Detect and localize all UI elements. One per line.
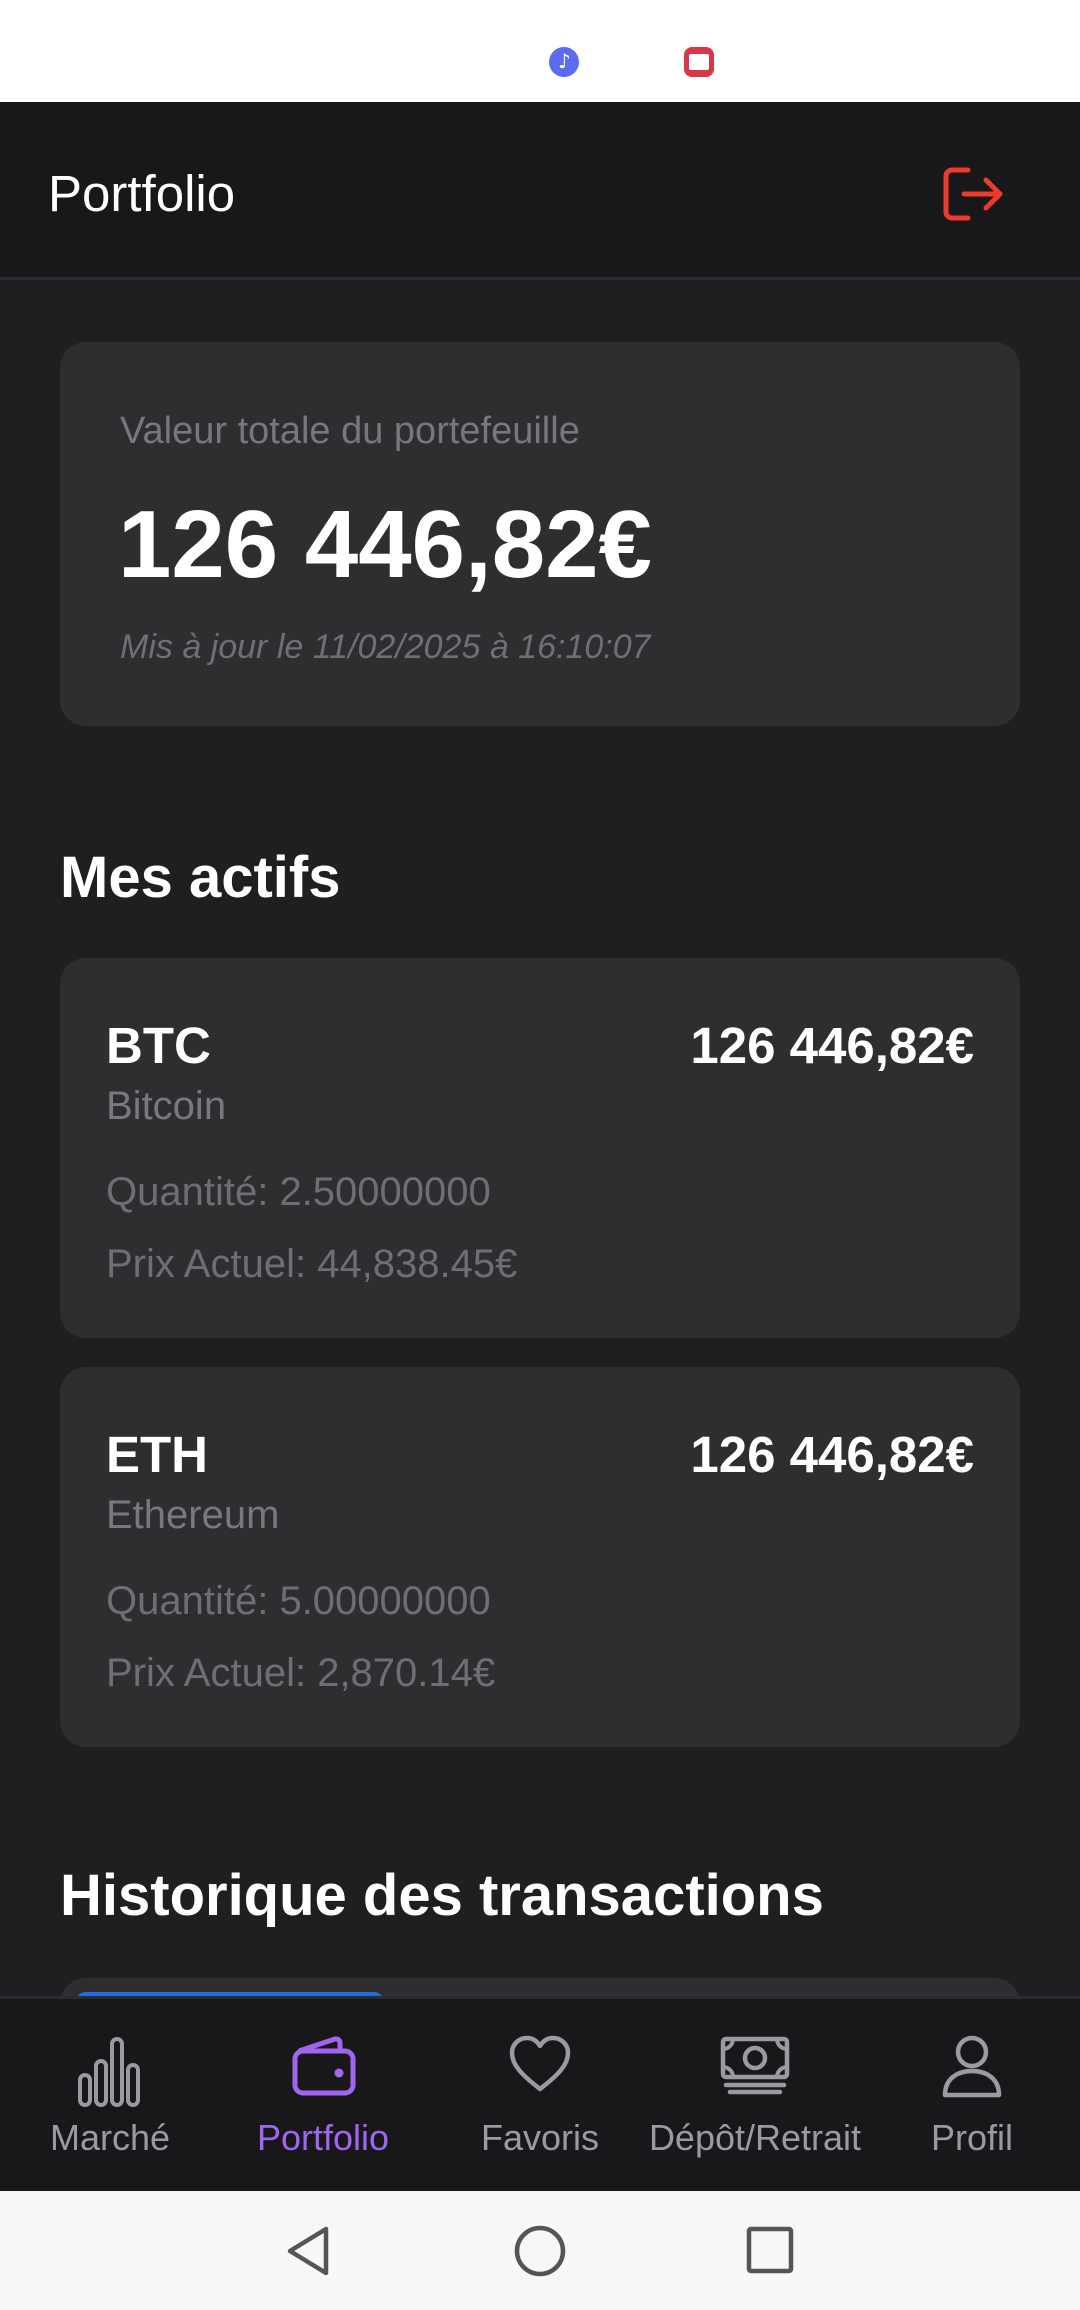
history-section-title: Historique des transactions	[60, 1863, 824, 1928]
asset-value: 126 446,82€	[690, 1017, 974, 1074]
bottom-navigation: Marché Portfolio Favoris Dépôt/Retrait P…	[0, 1996, 1080, 2191]
logout-icon[interactable]	[940, 164, 1006, 224]
home-icon[interactable]	[512, 2223, 568, 2279]
back-icon[interactable]	[282, 2223, 334, 2279]
wallet-icon	[292, 2036, 356, 2096]
nav-tab-deposit-withdraw[interactable]: Dépôt/Retrait	[640, 1999, 870, 2194]
asset-price: Prix Actuel: 44,838.45€	[106, 1242, 518, 1286]
asset-card-btc[interactable]: BTC 126 446,82€ Bitcoin Quantité: 2.5000…	[60, 958, 1020, 1338]
nav-tab-profile[interactable]: Profil	[882, 1999, 1062, 2194]
bar-chart-icon	[78, 2037, 140, 2107]
recents-icon[interactable]	[744, 2223, 796, 2279]
nav-label: Portfolio	[256, 2117, 390, 2158]
asset-name: Bitcoin	[106, 1084, 227, 1128]
asset-symbol: ETH	[106, 1426, 208, 1483]
nav-label: Profil	[930, 2117, 1014, 2158]
nav-tab-market[interactable]: Marché	[20, 1999, 200, 2194]
asset-quantity: Quantité: 5.00000000	[106, 1579, 491, 1623]
nav-label: Favoris	[480, 2117, 600, 2158]
last-updated-text: Mis à jour le 11/02/2025 à 16:10:07	[120, 628, 651, 666]
asset-quantity: Quantité: 2.50000000	[106, 1170, 491, 1214]
page-title: Portfolio	[48, 165, 236, 222]
asset-name: Ethereum	[106, 1493, 280, 1537]
nav-label: Dépôt/Retrait	[648, 2117, 862, 2158]
asset-card-eth[interactable]: ETH 126 446,82€ Ethereum Quantité: 5.000…	[60, 1367, 1020, 1747]
system-navigation-bar	[0, 2191, 1080, 2310]
status-bar: ♪	[0, 0, 1080, 102]
nav-label: Marché	[49, 2117, 171, 2158]
music-app-icon: ♪	[549, 47, 579, 77]
nav-tab-favorites[interactable]: Favoris	[450, 1999, 630, 2194]
portfolio-total-card: Valeur totale du portefeuille 126 446,82…	[60, 342, 1020, 726]
user-icon	[942, 2035, 1002, 2098]
asset-symbol: BTC	[106, 1017, 211, 1074]
nav-tab-portfolio[interactable]: Portfolio	[233, 1999, 413, 2194]
heart-icon	[509, 2035, 571, 2092]
total-value: 126 446,82€	[118, 491, 652, 598]
cash-icon	[720, 2036, 790, 2095]
total-value-label: Valeur totale du portefeuille	[120, 410, 580, 452]
app-bar: Portfolio	[0, 102, 1080, 280]
assets-section-title: Mes actifs	[60, 845, 341, 910]
asset-price: Prix Actuel: 2,870.14€	[106, 1651, 496, 1695]
asset-value: 126 446,82€	[690, 1426, 974, 1483]
book-app-icon	[684, 47, 714, 77]
